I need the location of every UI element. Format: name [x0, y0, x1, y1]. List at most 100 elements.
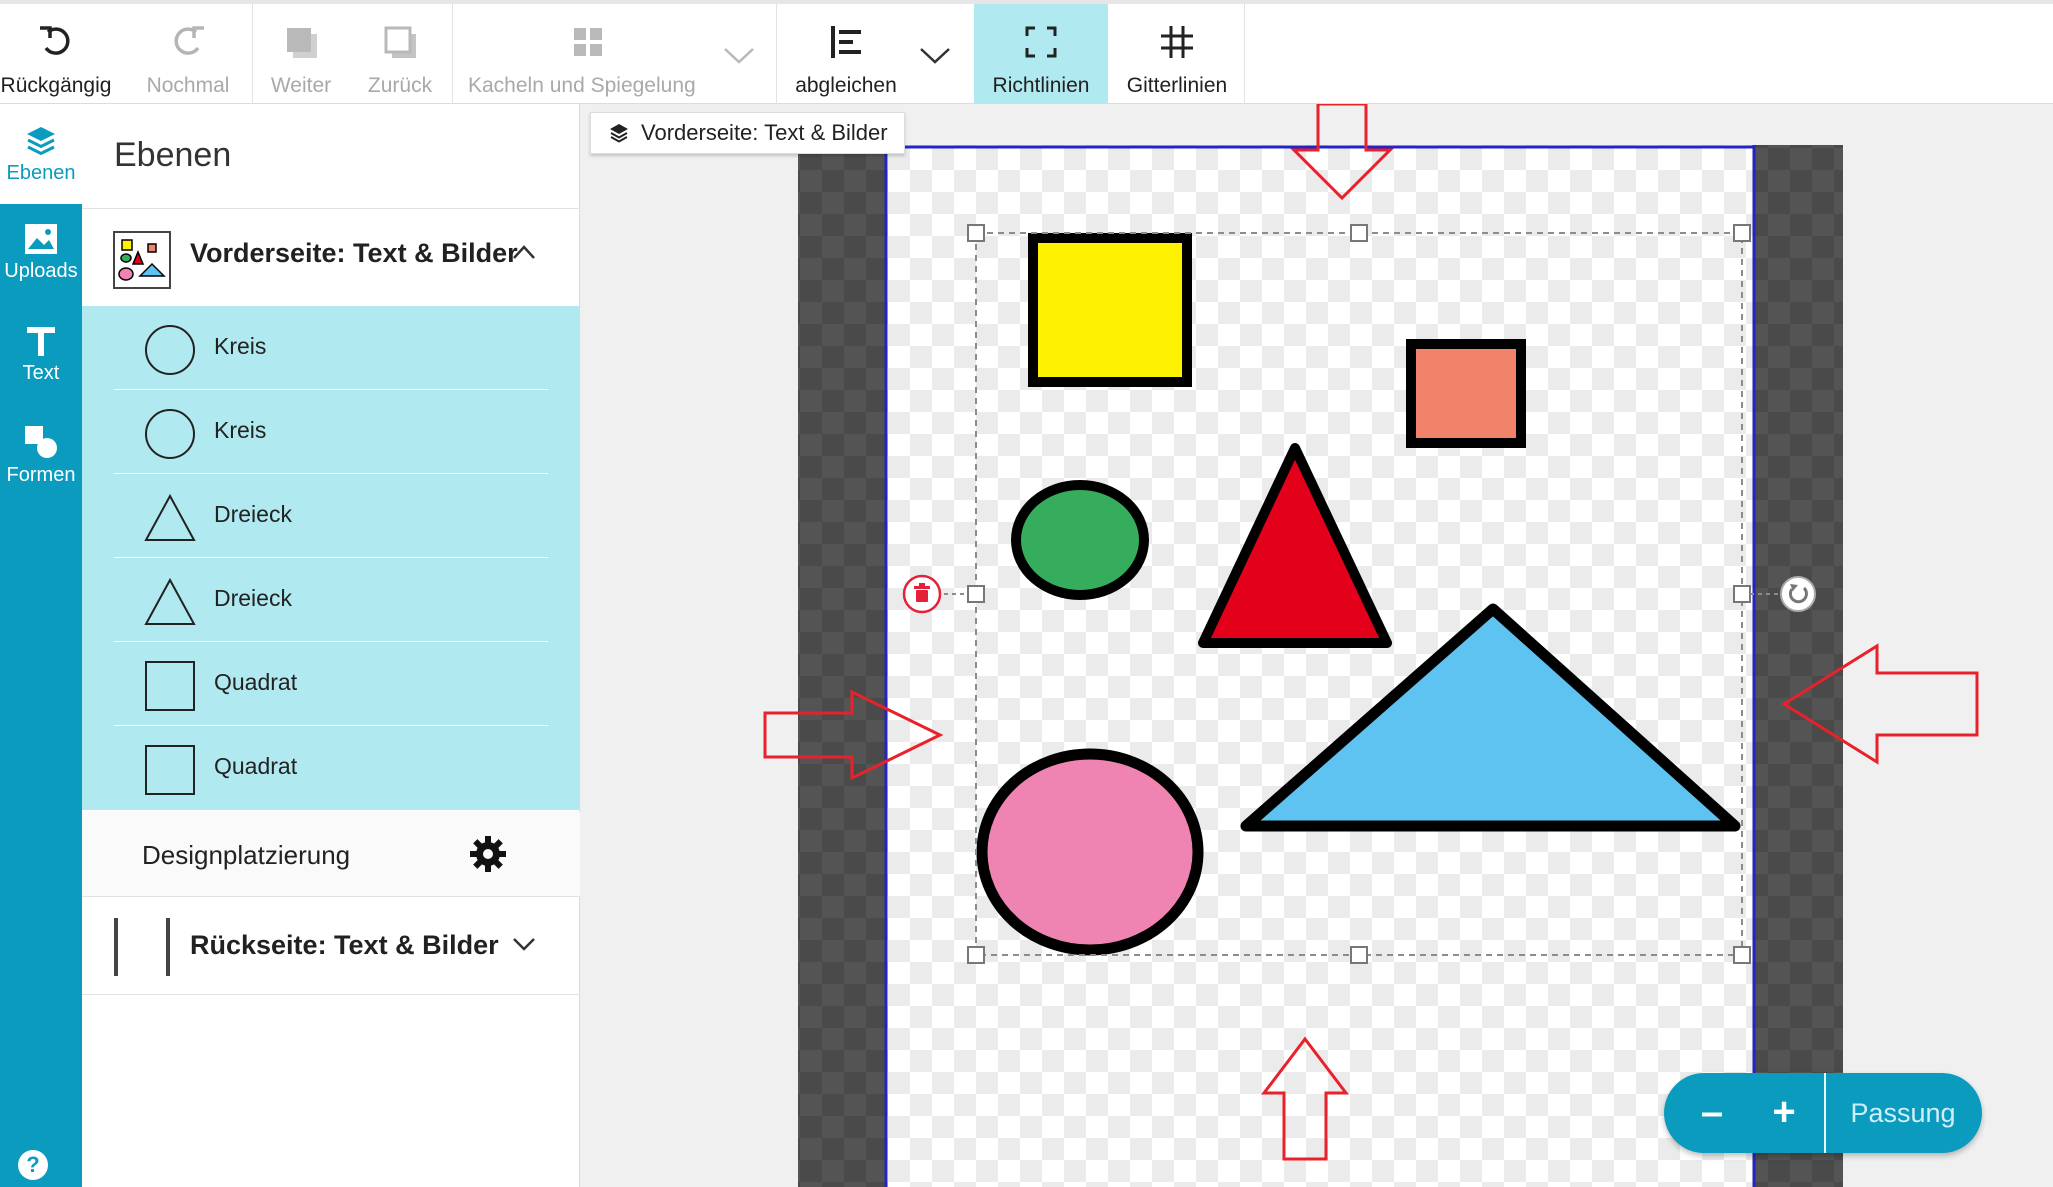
layers-list: Kreis Kreis Dreieck Dreieck Quadrat Quad…: [82, 306, 580, 810]
left-rail: Ebenen Uploads Text Formen ?: [0, 104, 82, 1187]
undo-button[interactable]: Rückgängig: [0, 4, 112, 104]
list-item[interactable]: Quadrat: [114, 726, 548, 810]
tiles-label: Kacheln und Spiegelung: [468, 74, 696, 97]
salmon-square[interactable]: [1406, 339, 1526, 448]
toolbar-divider: [452, 4, 453, 104]
zoom-in-button[interactable]: +: [1752, 1073, 1816, 1153]
design-placement-row[interactable]: Designplatzierung: [82, 812, 580, 896]
back-thumbnail-icon: [114, 918, 170, 976]
list-item[interactable]: Quadrat: [114, 642, 548, 726]
grid-button[interactable]: Gitterlinien: [1110, 4, 1244, 104]
circle-icon: [145, 325, 195, 375]
design-placement-label: Designplatzierung: [142, 840, 351, 870]
zoom-fit-button[interactable]: Passung: [1828, 1073, 1978, 1153]
rail-label-text: Text: [22, 362, 60, 384]
canvas-svg: [763, 104, 1979, 1187]
bring-forward-icon: [287, 28, 317, 58]
redo-label: Nochmal: [146, 74, 230, 97]
triangle-icon: [144, 577, 196, 625]
triangle-icon: [144, 493, 196, 541]
image-upload-icon: [25, 224, 57, 254]
list-item[interactable]: Kreis: [114, 306, 548, 390]
tiles-mirror-button[interactable]: Kacheln und Spiegelung: [460, 4, 770, 104]
list-item[interactable]: Dreieck: [114, 474, 548, 558]
square-icon: [145, 661, 195, 711]
redo-icon: [174, 26, 204, 55]
redo-button[interactable]: Nochmal: [136, 4, 240, 104]
tiles-icon: [574, 28, 602, 56]
forward-button[interactable]: Weiter: [258, 4, 344, 104]
layer-label: Dreieck: [214, 585, 292, 611]
green-ellipse[interactable]: [1011, 480, 1149, 600]
grid-label: Gitterlinien: [1126, 74, 1228, 97]
align-label: abgleichen: [795, 74, 897, 97]
list-item[interactable]: Kreis: [114, 390, 548, 474]
chevron-up-icon[interactable]: [512, 244, 536, 260]
resize-handle[interactable]: [967, 946, 985, 964]
chevron-down-icon: [724, 48, 754, 64]
resize-handle[interactable]: [1350, 946, 1368, 964]
zoom-divider: [1824, 1073, 1826, 1153]
front-thumbnail-icon: [113, 231, 171, 289]
group-title-front: Vorderseite: Text & Bilder: [190, 238, 518, 268]
rail-item-shapes[interactable]: Formen: [0, 404, 82, 504]
layer-label: Quadrat: [214, 669, 298, 695]
align-button[interactable]: abgleichen: [784, 4, 908, 104]
rail-item-uploads[interactable]: Uploads: [0, 204, 82, 304]
shapes-icon: [25, 426, 57, 458]
pink-ellipse[interactable]: [976, 748, 1204, 956]
align-left-icon: [831, 26, 861, 58]
canvas-side-tab[interactable]: Vorderseite: Text & Bilder: [590, 112, 905, 154]
help-icon[interactable]: ?: [18, 1150, 48, 1180]
chevron-down-icon[interactable]: [512, 936, 536, 952]
layers-icon: [610, 124, 628, 143]
back-button[interactable]: Zurück: [356, 4, 444, 104]
send-backward-icon: [384, 26, 416, 58]
align-dropdown-chevron-icon[interactable]: [918, 46, 952, 66]
zoom-controls: – + Passung: [1664, 1073, 1982, 1153]
group-title-back: Rückseite: Text & Bilder: [190, 930, 499, 960]
guides-icon: [1025, 26, 1057, 58]
forward-label: Weiter: [270, 74, 332, 97]
layer-label: Dreieck: [214, 501, 292, 527]
group-header-front[interactable]: Vorderseite: Text & Bilder: [82, 208, 580, 306]
gear-icon[interactable]: [468, 834, 508, 874]
group-header-back[interactable]: Rückseite: Text & Bilder: [82, 896, 580, 994]
divider: [82, 994, 580, 995]
toolbar-divider: [252, 4, 253, 104]
guides-button[interactable]: Richtlinien: [974, 4, 1108, 104]
toolbar: Rückgängig Nochmal Weiter Zurück Kacheln…: [0, 0, 2053, 104]
undo-label: Rückgängig: [0, 74, 112, 97]
grid-hash-icon: [1161, 26, 1193, 58]
layers-icon: [27, 127, 55, 156]
square-icon: [145, 745, 195, 795]
layer-label: Kreis: [214, 333, 267, 359]
print-area: [886, 145, 1754, 1187]
toolbar-divider: [1244, 4, 1245, 104]
resize-handle[interactable]: [1733, 946, 1751, 964]
zoom-out-button[interactable]: –: [1680, 1073, 1744, 1153]
resize-handle[interactable]: [967, 585, 985, 603]
guides-label: Richtlinien: [992, 74, 1090, 97]
resize-handle[interactable]: [1350, 224, 1368, 242]
yellow-square[interactable]: [1028, 233, 1192, 387]
rail-item-text[interactable]: Text: [0, 304, 82, 404]
resize-handle[interactable]: [1733, 224, 1751, 242]
rail-label-layers: Ebenen: [6, 162, 76, 184]
text-t-icon: [27, 327, 55, 356]
back-label: Zurück: [367, 74, 433, 97]
canvas-side-tab-label: Vorderseite: Text & Bilder: [641, 120, 888, 145]
list-item[interactable]: Dreieck: [114, 558, 548, 642]
rail-label-shapes: Formen: [6, 464, 76, 486]
resize-handle[interactable]: [1733, 585, 1751, 603]
rail-item-layers[interactable]: Ebenen: [0, 104, 82, 204]
layer-label: Quadrat: [214, 753, 298, 779]
rail-label-uploads: Uploads: [4, 260, 78, 282]
resize-handle[interactable]: [967, 224, 985, 242]
layers-panel: Ebenen Vorderseite: Text & Bilder Kreis …: [82, 104, 580, 1187]
toolbar-divider: [776, 4, 777, 104]
panel-title: Ebenen: [114, 136, 232, 174]
delete-trash-icon[interactable]: [902, 574, 942, 614]
design-canvas-area: Vorderseite: Text & Bilder – + Passung: [580, 104, 2053, 1187]
rotate-icon[interactable]: [1780, 576, 1816, 612]
